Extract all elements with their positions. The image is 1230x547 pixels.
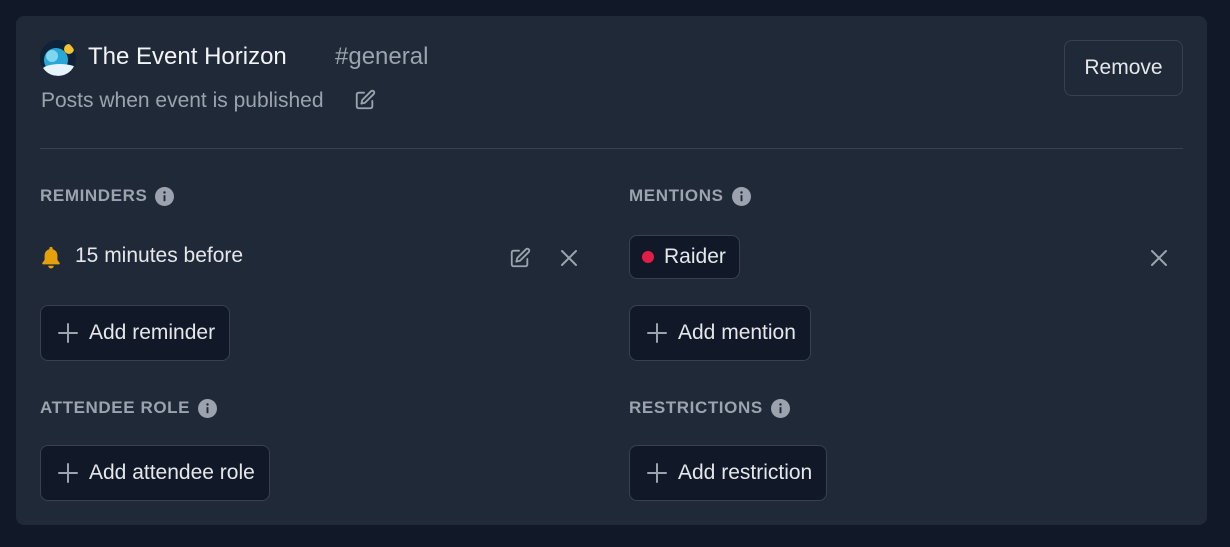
restrictions-title: RESTRICTIONS <box>629 398 763 417</box>
plus-icon <box>57 462 79 484</box>
info-icon[interactable] <box>770 398 790 418</box>
add-attendee-role-label: Add attendee role <box>89 461 255 484</box>
mention-chip-raider[interactable]: Raider <box>629 235 740 279</box>
reminder-item: 15 minutes before <box>40 238 586 278</box>
add-mention-button[interactable]: Add mention <box>629 305 811 361</box>
plus-icon <box>646 322 668 344</box>
restrictions-section-label: RESTRICTIONS <box>629 398 790 418</box>
info-icon[interactable] <box>198 398 218 418</box>
bell-icon <box>40 245 62 269</box>
server-avatar <box>40 40 76 76</box>
channel-config-card: The Event Horizon #general Posts when ev… <box>16 16 1207 525</box>
edit-icon[interactable] <box>354 89 376 111</box>
plus-icon <box>57 322 79 344</box>
close-icon[interactable] <box>555 244 583 272</box>
add-attendee-role-button[interactable]: Add attendee role <box>40 445 270 501</box>
card-header: The Event Horizon #general Posts when ev… <box>40 40 1183 118</box>
add-reminder-label: Add reminder <box>89 321 216 344</box>
remove-button[interactable]: Remove <box>1064 40 1183 96</box>
mention-label: Raider <box>664 245 726 268</box>
info-icon[interactable] <box>155 186 175 206</box>
publish-trigger-text: Posts when event is published <box>41 89 324 112</box>
channel-name: #general <box>335 43 429 70</box>
add-reminder-button[interactable]: Add reminder <box>40 305 231 361</box>
close-icon[interactable] <box>1145 244 1173 272</box>
attendee-role-section-label: ATTENDEE ROLE <box>40 398 218 418</box>
role-color-dot <box>642 251 654 263</box>
info-icon[interactable] <box>731 186 751 206</box>
reminder-label: 15 minutes before <box>75 244 244 267</box>
mentions-title: MENTIONS <box>629 186 724 205</box>
reminders-section-label: REMINDERS <box>40 186 175 206</box>
edit-icon[interactable] <box>506 244 534 272</box>
add-restriction-label: Add restriction <box>678 461 813 484</box>
add-mention-label: Add mention <box>678 321 796 344</box>
server-name: The Event Horizon <box>88 43 287 70</box>
divider <box>40 148 1183 149</box>
reminders-title: REMINDERS <box>40 186 148 205</box>
plus-icon <box>646 462 668 484</box>
add-restriction-button[interactable]: Add restriction <box>629 445 828 501</box>
attendee-role-title: ATTENDEE ROLE <box>40 398 191 417</box>
mentions-section-label: MENTIONS <box>629 186 751 206</box>
